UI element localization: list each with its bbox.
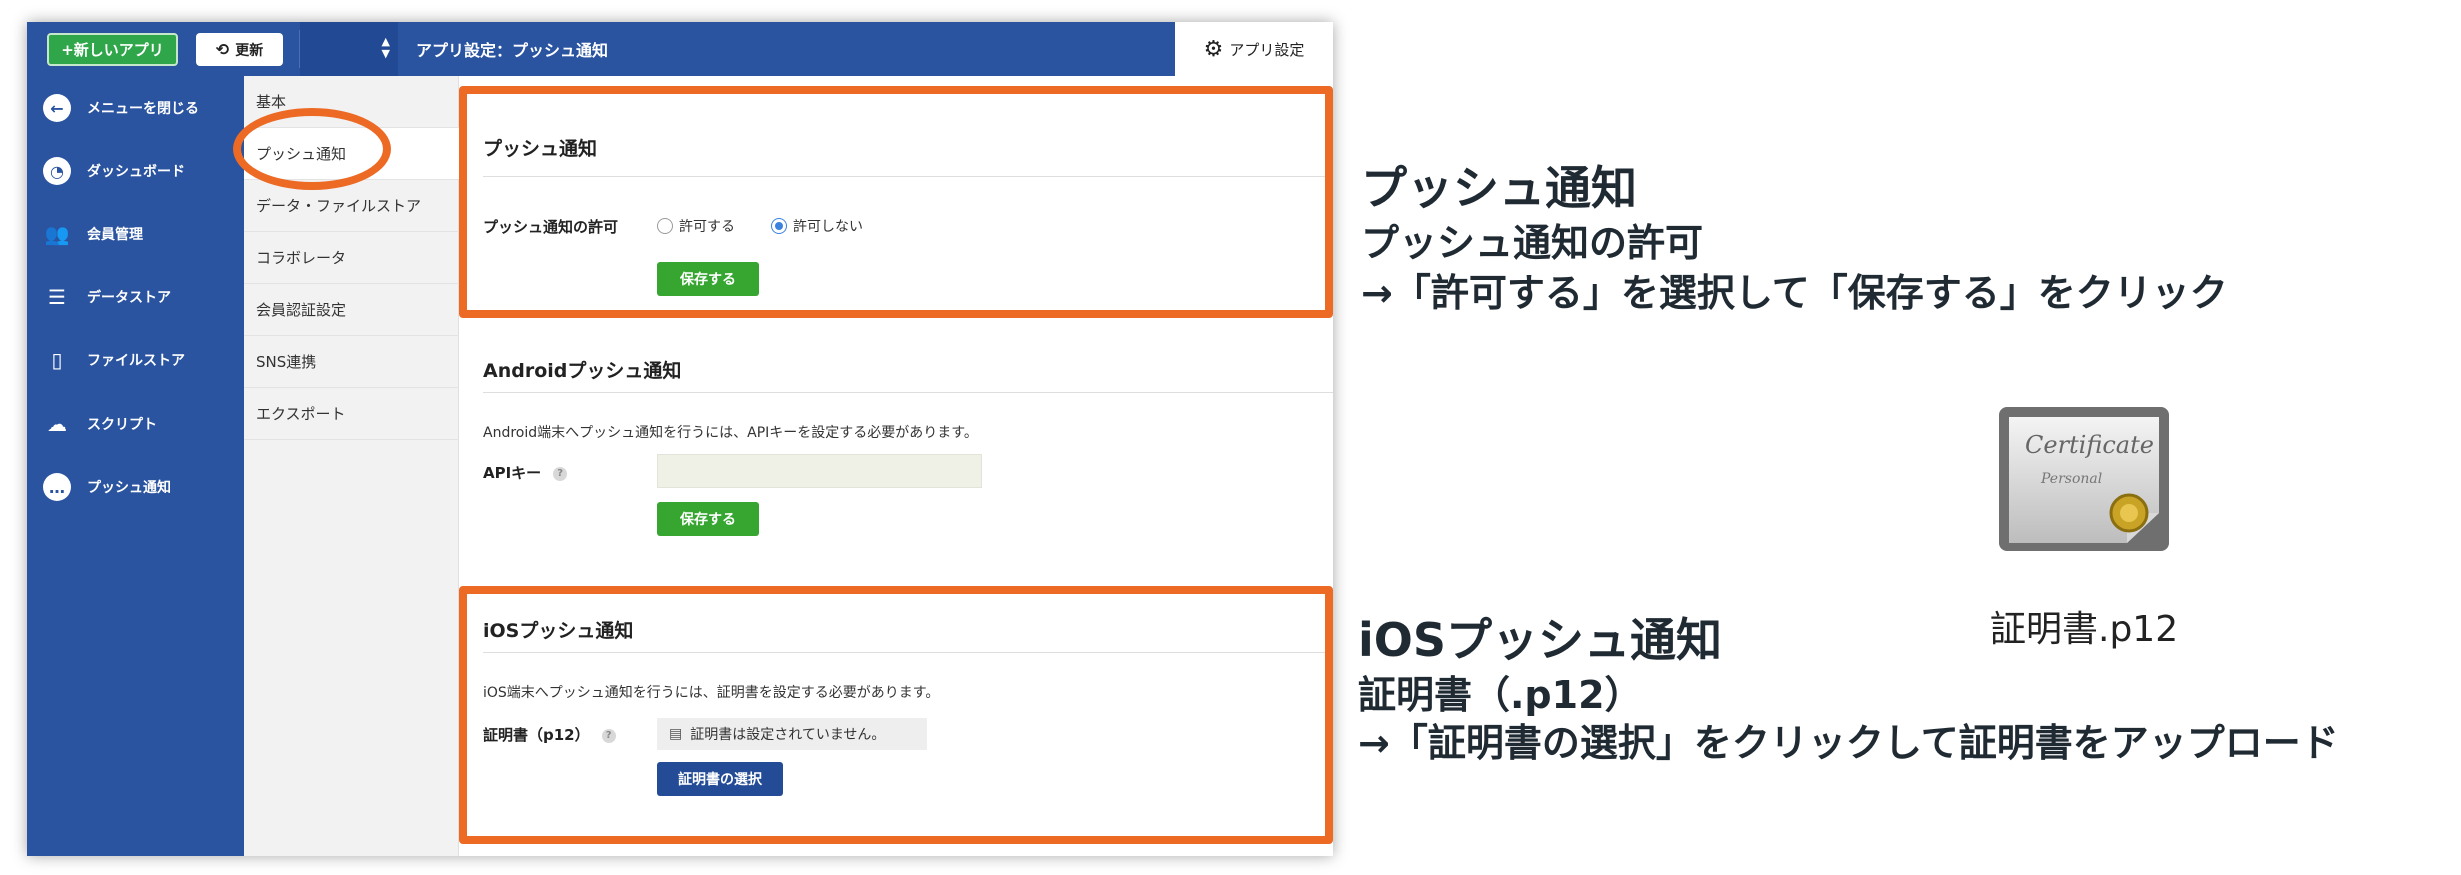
subnav-item-collaborator[interactable]: コラボレータ bbox=[244, 232, 459, 284]
sidebar-item-script[interactable]: ☁ スクリプト bbox=[27, 392, 244, 456]
highlight-ellipse bbox=[233, 108, 391, 190]
sidebar-item-label: メニューを閉じる bbox=[87, 101, 199, 117]
sidebar-item-label: 会員管理 bbox=[87, 227, 143, 243]
api-key-label: APIキー bbox=[483, 464, 542, 482]
screenshot-panel: +新しいアプリ ⟲ 更新 ▲ ▼ アプリ設定：プッシュ通知 ⚙ アプリ設定 ← メ… bbox=[27, 22, 1333, 856]
sidebar-item-filestore[interactable]: ▯ ファイルストア bbox=[27, 328, 244, 392]
sidebar: ← メニューを閉じる ◔ ダッシュボード 👥 会員管理 ☰ データストア ▯ フ… bbox=[27, 76, 244, 856]
sidebar-item-close-menu[interactable]: ← メニューを閉じる bbox=[27, 76, 244, 140]
api-key-input[interactable] bbox=[657, 454, 982, 488]
file-icon: ▯ bbox=[51, 348, 63, 372]
app-selector[interactable]: ▲ ▼ bbox=[300, 22, 398, 76]
api-key-label-row: APIキー? bbox=[483, 462, 568, 483]
sidebar-item-members[interactable]: 👥 会員管理 bbox=[27, 202, 244, 266]
users-icon: 👥 bbox=[44, 222, 70, 246]
sidebar-item-label: ファイルストア bbox=[87, 353, 185, 369]
refresh-label: 更新 bbox=[235, 42, 264, 59]
android-save-button[interactable]: 保存する bbox=[657, 502, 759, 536]
breadcrumb: アプリ設定：プッシュ通知 bbox=[416, 41, 609, 60]
top-bar: +新しいアプリ ⟲ 更新 ▲ ▼ アプリ設定：プッシュ通知 ⚙ アプリ設定 bbox=[27, 22, 1333, 76]
chat-bubble-icon: … bbox=[43, 473, 71, 501]
subnav-item-member-auth[interactable]: 会員認証設定 bbox=[244, 284, 459, 336]
annotation-ios-instruction: →「証明書の選択」をクリックして証明書をアップロード bbox=[1358, 721, 2339, 765]
sidebar-item-push[interactable]: … プッシュ通知 bbox=[27, 455, 244, 519]
gear-icon: ⚙ bbox=[1203, 36, 1224, 62]
android-description: Android端末へプッシュ通知を行うには、APIキーを設定する必要があります。 bbox=[483, 425, 978, 441]
app-settings-button[interactable]: ⚙ アプリ設定 bbox=[1175, 22, 1333, 76]
help-icon[interactable]: ? bbox=[553, 466, 568, 481]
refresh-icon: ⟲ bbox=[215, 40, 230, 59]
arrow-left-icon: ← bbox=[43, 94, 71, 122]
cert-badge-title: Certificate bbox=[2025, 431, 2154, 459]
gauge-icon: ◔ bbox=[43, 157, 71, 185]
subnav-item-sns[interactable]: SNS連携 bbox=[244, 336, 459, 388]
sidebar-item-label: スクリプト bbox=[87, 417, 157, 433]
sidebar-item-label: データストア bbox=[87, 290, 171, 306]
settings-subnav: 基本 プッシュ通知 データ・ファイルストア コラボレータ 会員認証設定 SNS連… bbox=[244, 76, 459, 856]
annotation-push-sub: プッシュ通知の許可 bbox=[1361, 221, 1704, 265]
annotation-ios-heading: iOSプッシュ通知 bbox=[1358, 613, 1723, 667]
ios-highlight-box bbox=[459, 586, 1333, 844]
certificate-file-icon: Certificate Personal bbox=[1999, 407, 2169, 551]
cloud-gear-icon: ☁ bbox=[47, 412, 67, 436]
cert-badge-subtitle: Personal bbox=[2040, 471, 2102, 487]
android-section-title: Androidプッシュ通知 bbox=[483, 360, 682, 382]
subnav-item-data-filestore[interactable]: データ・ファイルストア bbox=[244, 180, 459, 232]
sidebar-item-datastore[interactable]: ☰ データストア bbox=[27, 265, 244, 329]
annotation-push-heading: プッシュ通知 bbox=[1361, 161, 1637, 215]
android-section: Androidプッシュ通知 Android端末へプッシュ通知を行うには、APIキ… bbox=[459, 336, 1333, 596]
new-app-button[interactable]: +新しいアプリ bbox=[47, 33, 178, 66]
sidebar-item-dashboard[interactable]: ◔ ダッシュボード bbox=[27, 139, 244, 203]
annotation-push-instruction: →「許可する」を選択して「保存する」をクリック bbox=[1361, 271, 2228, 315]
push-highlight-box bbox=[459, 86, 1333, 318]
app-settings-label: アプリ設定 bbox=[1229, 40, 1305, 59]
certificate-filename: 証明書.p12 bbox=[1990, 609, 2179, 650]
section-divider bbox=[483, 392, 1333, 393]
annotation-ios-sub: 証明書（.p12） bbox=[1358, 673, 1643, 717]
sidebar-item-label: プッシュ通知 bbox=[87, 480, 171, 496]
updown-icon: ▲ ▼ bbox=[381, 35, 390, 60]
sidebar-item-label: ダッシュボード bbox=[87, 164, 185, 180]
subnav-item-export[interactable]: エクスポート bbox=[244, 388, 459, 440]
database-icon: ☰ bbox=[48, 285, 66, 309]
refresh-button[interactable]: ⟲ 更新 bbox=[196, 33, 283, 66]
